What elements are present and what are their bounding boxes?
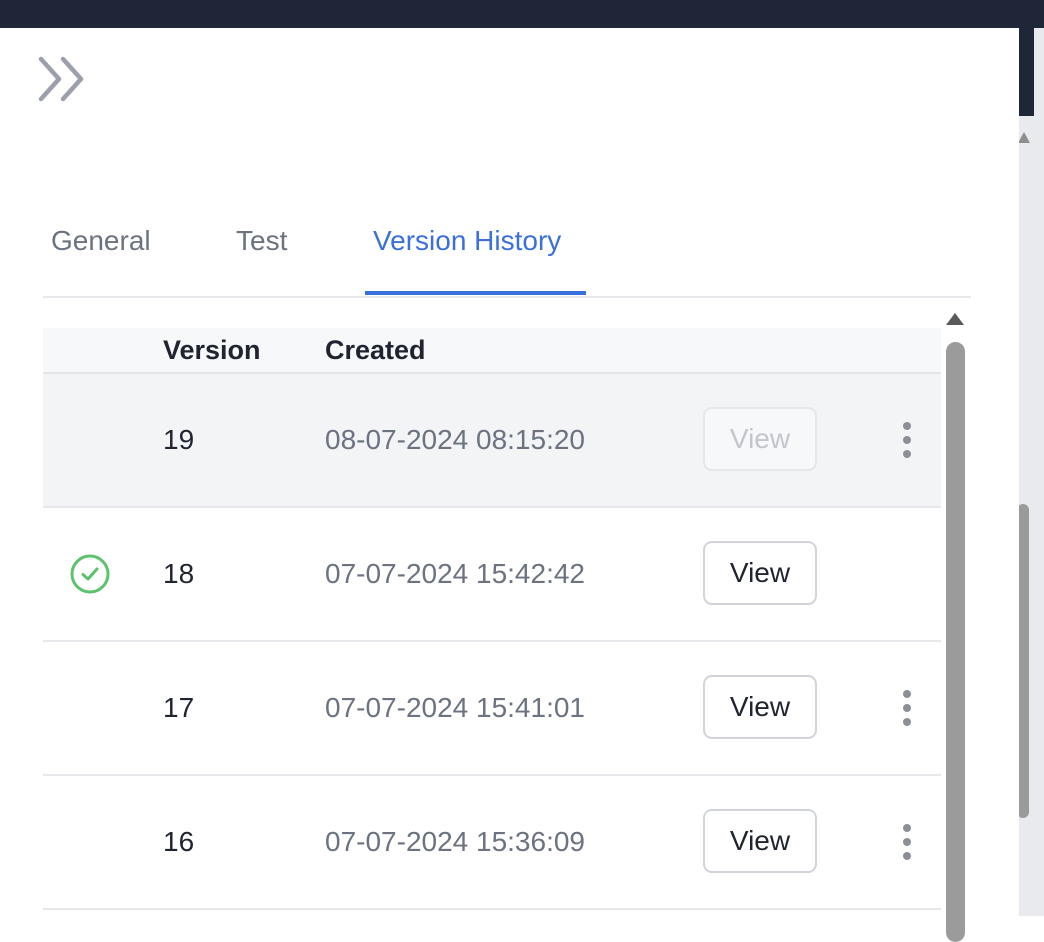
table-row[interactable]: 18 07-07-2024 15:42:42 View xyxy=(43,508,941,642)
created-timestamp: 07-07-2024 15:36:09 xyxy=(325,826,585,857)
table-row[interactable]: 19 08-07-2024 08:15:20 View xyxy=(43,374,941,508)
table-header: Version Created xyxy=(43,328,941,374)
column-header-version: Version xyxy=(163,335,261,365)
table-row[interactable]: 16 07-07-2024 15:36:09 View xyxy=(43,776,941,910)
version-number: 16 xyxy=(163,826,195,857)
view-button[interactable]: View xyxy=(703,541,817,605)
created-timestamp: 08-07-2024 08:15:20 xyxy=(325,424,585,455)
created-timestamp: 07-07-2024 15:41:01 xyxy=(325,692,585,723)
version-number: 19 xyxy=(163,424,195,455)
version-number: 18 xyxy=(163,558,195,589)
scroll-up-button[interactable] xyxy=(946,313,964,325)
app-top-bar xyxy=(0,0,1044,28)
tab-bar: General Test Version History xyxy=(43,208,971,298)
scrollbar-thumb[interactable] xyxy=(946,342,965,942)
view-button[interactable]: View xyxy=(703,675,817,739)
column-header-created: Created xyxy=(325,335,426,365)
collapse-panel-button[interactable] xyxy=(36,54,88,104)
active-tab-indicator xyxy=(365,291,586,295)
view-button[interactable]: View xyxy=(703,809,817,873)
table-row[interactable]: 17 07-07-2024 15:41:01 View xyxy=(43,642,941,776)
background-scroll-up-icon xyxy=(1018,132,1030,143)
more-vertical-icon[interactable] xyxy=(895,690,919,726)
tab-general[interactable]: General xyxy=(51,208,151,274)
background-header xyxy=(1019,28,1034,116)
more-vertical-icon[interactable] xyxy=(895,422,919,458)
view-button[interactable]: View xyxy=(703,407,817,471)
version-history-table: Version Created 19 08-07-2024 08:15:20 V… xyxy=(43,328,941,916)
created-timestamp: 07-07-2024 15:42:42 xyxy=(325,558,585,589)
more-vertical-icon[interactable] xyxy=(895,824,919,860)
tab-test[interactable]: Test xyxy=(236,208,287,274)
version-number: 17 xyxy=(163,692,195,723)
chevrons-right-icon xyxy=(38,56,84,102)
tab-version-history[interactable]: Version History xyxy=(373,208,561,274)
check-circle-icon xyxy=(70,554,110,594)
